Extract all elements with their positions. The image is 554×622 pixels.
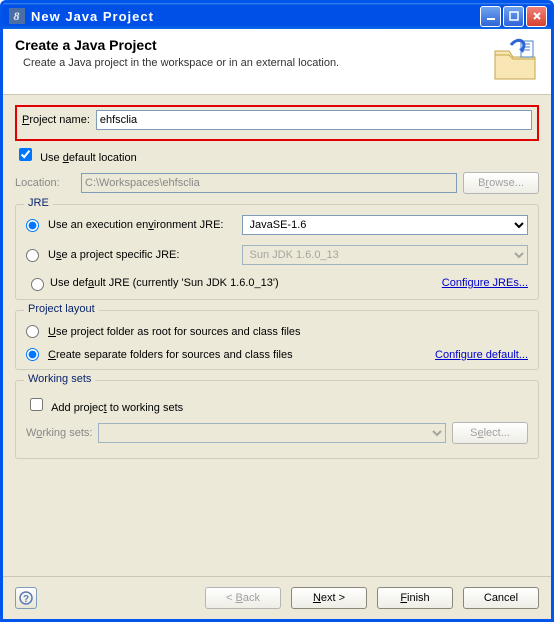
layout-root-label[interactable]: Use project folder as root for sources a…	[48, 326, 301, 338]
app-icon: 8	[9, 8, 25, 24]
project-name-highlight: Project name:	[15, 105, 539, 141]
folder-icon	[491, 37, 539, 85]
use-default-location-checkbox[interactable]	[19, 148, 32, 161]
svg-text:?: ?	[23, 594, 29, 605]
project-name-label: Project name:	[22, 114, 90, 126]
working-sets-group: Working sets Add project to working sets…	[15, 380, 539, 459]
layout-separate-label[interactable]: Create separate folders for sources and …	[48, 349, 293, 361]
working-sets-title: Working sets	[24, 373, 95, 385]
jre-group-title: JRE	[24, 197, 53, 209]
configure-default-link[interactable]: Configure default...	[435, 349, 528, 361]
cancel-button[interactable]: Cancel	[463, 587, 539, 609]
jre-project-specific-select: Sun JDK 1.6.0_13	[242, 245, 529, 265]
jre-default-label[interactable]: Use default JRE (currently 'Sun JDK 1.6.…	[47, 277, 279, 289]
working-sets-select	[98, 423, 446, 443]
jre-project-specific-label[interactable]: Use a project specific JRE:	[48, 249, 179, 261]
select-working-sets-button: Select...	[452, 422, 528, 444]
dialog-window: 8 New Java Project Create a Java Project…	[0, 0, 554, 622]
jre-project-specific-radio[interactable]	[26, 249, 39, 262]
finish-button[interactable]: Finish	[377, 587, 453, 609]
back-button: < Back	[205, 587, 281, 609]
close-button[interactable]	[526, 6, 547, 27]
layout-root-radio[interactable]	[26, 325, 39, 338]
jre-exec-env-select[interactable]: JavaSE-1.6	[242, 215, 529, 235]
browse-button: Browse...	[463, 172, 539, 194]
titlebar: 8 New Java Project	[3, 3, 551, 29]
project-layout-title: Project layout	[24, 303, 99, 315]
working-sets-label: Working sets:	[26, 427, 92, 439]
location-input	[81, 173, 457, 193]
jre-default-radio[interactable]	[31, 278, 44, 291]
next-button[interactable]: Next >	[291, 587, 367, 609]
maximize-button[interactable]	[503, 6, 524, 27]
use-default-location-label[interactable]: Use default location	[40, 152, 137, 164]
dialog-footer: ? < Back Next > Finish Cancel	[3, 576, 551, 619]
layout-separate-radio[interactable]	[26, 348, 39, 361]
window-title: New Java Project	[31, 9, 154, 24]
jre-group: JRE Use an execution environment JRE: Ja…	[15, 204, 539, 300]
location-label: Location:	[15, 177, 75, 189]
add-working-sets-label[interactable]: Add project to working sets	[51, 402, 183, 414]
jre-exec-env-radio[interactable]	[26, 219, 39, 232]
use-default-location-row: Use default location	[15, 145, 539, 164]
minimize-button[interactable]	[480, 6, 501, 27]
help-button[interactable]: ?	[15, 587, 37, 609]
dialog-content: Project name: Use default location Locat…	[3, 95, 551, 576]
dialog-header: Create a Java Project Create a Java proj…	[3, 29, 551, 95]
configure-jres-link[interactable]: Configure JREs...	[442, 277, 528, 289]
jre-exec-env-label[interactable]: Use an execution environment JRE:	[48, 219, 224, 231]
page-subtitle: Create a Java project in the workspace o…	[15, 57, 491, 69]
page-title: Create a Java Project	[15, 37, 491, 53]
project-layout-group: Project layout Use project folder as roo…	[15, 310, 539, 370]
project-name-input[interactable]	[96, 110, 532, 130]
add-working-sets-checkbox[interactable]	[30, 398, 43, 411]
